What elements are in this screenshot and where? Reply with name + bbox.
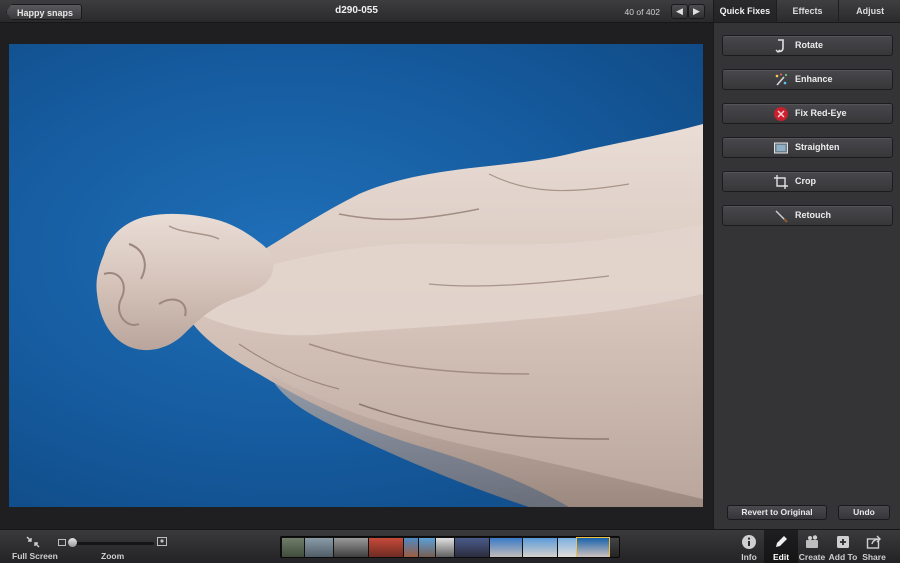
filmstrip-thumbnail[interactable] [558,538,576,557]
full-screen-button[interactable] [25,535,41,549]
enhance-label: Enhance [795,74,833,84]
rotate-label: Rotate [795,40,824,50]
fix-red-eye-button[interactable]: Fix Red-Eye [722,103,893,124]
photo-counter: 40 of 402 [624,7,660,17]
fix-red-eye-label: Fix Red-Eye [795,108,847,118]
photo-title: d290-055 [335,5,378,16]
edit-panel: Quick Fixes Effects Adjust Rotate Enhanc… [713,0,900,529]
rotate-icon [775,39,784,53]
full-screen-label: Full Screen [12,551,58,561]
add-to-label: Add To [828,552,858,562]
create-icon [806,535,818,548]
tab-effects[interactable]: Effects [777,0,840,22]
filmstrip[interactable] [280,536,620,558]
straighten-icon [774,142,788,154]
photo-viewer [0,23,713,529]
top-bar: Happy snaps d290-055 40 of 402 ◀ ▶ [0,0,713,23]
filmstrip-thumbnail[interactable] [455,538,489,557]
zoom-label: Zoom [101,551,125,561]
filmstrip-thumbnail[interactable] [523,538,557,557]
filmstrip-thumbnail-selected[interactable] [576,537,610,557]
revert-to-original-button[interactable]: Revert to Original [727,505,827,520]
tab-adjust[interactable]: Adjust [839,0,900,22]
filmstrip-thumbnail[interactable] [369,538,403,557]
share-icon [866,535,881,549]
undo-button[interactable]: Undo [838,505,890,520]
share-button[interactable]: Share [857,530,891,563]
next-photo-button[interactable]: ▶ [688,4,705,19]
zoom-out-icon [58,539,66,546]
create-button[interactable]: Create [795,530,829,563]
filmstrip-thumbnail[interactable] [334,538,368,557]
filmstrip-thumbnail[interactable] [305,538,333,557]
filmstrip-thumbnail[interactable] [436,538,454,557]
tab-quick-fixes[interactable]: Quick Fixes [714,0,777,22]
pencil-icon [776,536,787,547]
brush-icon [775,210,788,223]
statue-image [96,124,703,507]
edit-tabs: Quick Fixes Effects Adjust [714,0,900,23]
enhance-button[interactable]: Enhance [722,69,893,90]
edit-label: Edit [772,552,790,562]
red-eye-icon [774,107,788,121]
create-label: Create [798,552,826,562]
edit-button[interactable]: Edit [764,530,798,563]
bottom-toolbar: Full Screen Zoom Info Edit Create Add To… [0,529,900,563]
add-to-button[interactable]: Add To [826,530,860,563]
arrow-left-icon: ◀ [676,6,683,16]
info-button[interactable]: Info [732,530,766,563]
retouch-label: Retouch [795,210,831,220]
add-icon [837,536,849,548]
statue-photo[interactable] [9,44,703,507]
info-icon [742,535,756,549]
arrow-right-icon: ▶ [693,6,700,16]
zoom-in-icon [157,537,167,546]
filmstrip-thumbnail[interactable] [404,538,418,557]
zoom-slider-track[interactable] [72,542,154,545]
previous-photo-button[interactable]: ◀ [671,4,688,19]
filmstrip-thumbnail[interactable] [419,538,435,557]
share-label: Share [862,552,886,562]
magic-wand-icon [775,73,787,86]
info-label: Info [741,552,757,562]
crop-icon [774,175,788,189]
filmstrip-thumbnail[interactable] [490,538,522,557]
crop-label: Crop [795,176,816,186]
filmstrip-thumbnail[interactable] [282,538,304,557]
straighten-label: Straighten [795,142,840,152]
crop-button[interactable]: Crop [722,171,893,192]
zoom-slider-knob[interactable] [68,538,77,547]
retouch-button[interactable]: Retouch [722,205,893,226]
exit-full-screen-icon [26,536,40,548]
straighten-button[interactable]: Straighten [722,137,893,158]
filmstrip-thumbnail[interactable] [610,538,619,557]
rotate-button[interactable]: Rotate [722,35,893,56]
